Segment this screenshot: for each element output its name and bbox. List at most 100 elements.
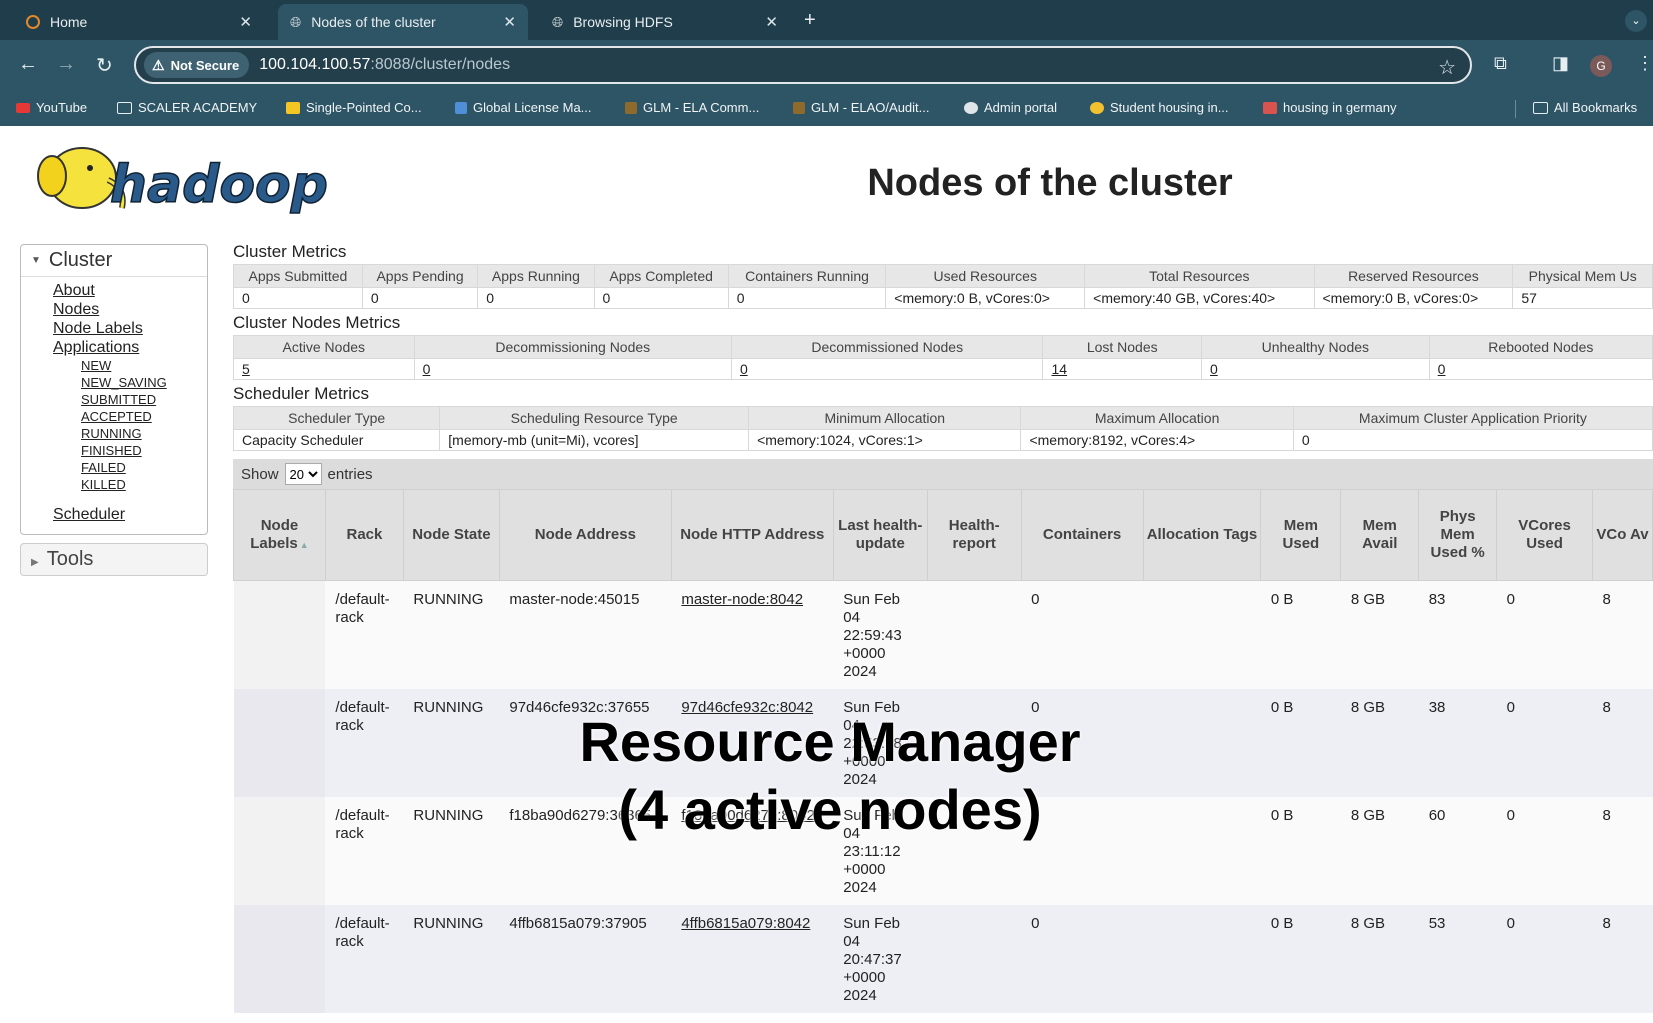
nodes-table: Node Labels ▲ Rack Node State Node Addres… (233, 489, 1653, 1013)
reload-icon[interactable]: ↻ (96, 53, 113, 78)
node-state-cell: RUNNING (403, 689, 500, 797)
chevron-down-icon[interactable]: ⌄ (1625, 10, 1647, 32)
link-scheduler[interactable]: Scheduler (53, 505, 207, 524)
cell: <memory:0 B, vCores:0> (1313, 287, 1514, 309)
entries-per-page-select[interactable]: 20 (284, 463, 322, 485)
bookmark-global-license[interactable]: Global License Ma... (455, 100, 592, 115)
link-app-failed[interactable]: FAILED (81, 459, 207, 476)
bookmark-all[interactable]: All Bookmarks (1533, 100, 1637, 115)
close-icon[interactable]: ✕ (239, 13, 252, 31)
lost-nodes-link[interactable]: 14 (1042, 358, 1202, 380)
column-header-vcores-used[interactable]: VCores Used (1496, 489, 1593, 581)
link-node-labels[interactable]: Node Labels (53, 319, 207, 338)
back-icon[interactable]: ← (18, 53, 38, 76)
mem-avail-cell: 8 GB (1340, 689, 1419, 797)
tab-hdfs[interactable]: 🌐︎ Browsing HDFS ✕ (540, 4, 790, 40)
bookmark-housing-germany[interactable]: housing in germany (1263, 100, 1396, 115)
link-about[interactable]: About (53, 281, 207, 300)
tab-home[interactable]: Home ✕ (14, 4, 264, 40)
column-header-phys-mem-used[interactable]: Phys Mem Used % (1418, 489, 1498, 581)
bookmark-scaler[interactable]: SCALER ACADEMY (117, 100, 257, 115)
link-app-running[interactable]: RUNNING (81, 425, 207, 442)
link-app-killed[interactable]: KILLED (81, 476, 207, 493)
close-icon[interactable]: ✕ (765, 13, 778, 31)
bookmark-star-icon[interactable]: ☆ (1438, 55, 1456, 80)
column-header: Maximum Allocation (1020, 406, 1294, 430)
kebab-menu-icon[interactable]: ⋮ (1636, 53, 1653, 74)
node-labels-cell (233, 797, 326, 905)
bookmarks-bar: YouTube SCALER ACADEMY Single-Pointed Co… (0, 92, 1653, 126)
active-nodes-link[interactable]: 5 (233, 358, 415, 380)
link-nodes[interactable]: Nodes (53, 300, 207, 319)
bookmark-admin-portal[interactable]: Admin portal (964, 100, 1057, 115)
link-applications[interactable]: Applications (53, 338, 207, 357)
navigation-bar: ← → ↻ ⚠ Not Secure 100.104.100.57:8088/c… (0, 40, 1653, 92)
mem-used-cell: 0 B (1260, 797, 1341, 905)
column-header-node-http-address[interactable]: Node HTTP Address (670, 489, 834, 581)
node-http-link[interactable]: 4ffb6815a079:8042 (681, 915, 810, 932)
bookmark-youtube[interactable]: YouTube (16, 100, 87, 115)
node-http-link[interactable]: master-node:8042 (681, 591, 803, 608)
bookmark-single-pointed[interactable]: Single-Pointed Co... (286, 100, 422, 115)
column-header-containers[interactable]: Containers (1020, 489, 1144, 581)
node-address-cell: f18ba90d6279:36365 (499, 797, 672, 905)
column-header: Maximum Cluster Application Priority (1292, 406, 1653, 430)
rebooted-nodes-link[interactable]: 0 (1428, 358, 1653, 380)
vcores-used-cell: 0 (1496, 905, 1593, 1013)
unhealthy-nodes-link[interactable]: 0 (1200, 358, 1430, 380)
column-header: Unhealthy Nodes (1200, 335, 1430, 359)
tools-header[interactable]: ▶ Tools (20, 543, 208, 576)
bookmark-label: Global License Ma... (473, 100, 592, 115)
bookmark-label: Student housing in... (1110, 100, 1229, 115)
column-header: Scheduling Resource Type (439, 406, 750, 430)
column-header-mem-avail[interactable]: Mem Avail (1340, 489, 1420, 581)
table-row: /default-rack RUNNING master-node:45015 … (233, 580, 1653, 689)
nodes-metrics-title: Cluster Nodes Metrics (233, 313, 401, 332)
cluster-links: About Nodes Node Labels Applications NEW… (21, 277, 207, 534)
new-tab-button[interactable]: + (804, 9, 816, 32)
security-chip[interactable]: ⚠ Not Secure (144, 52, 250, 78)
link-app-finished[interactable]: FINISHED (81, 442, 207, 459)
table-header-row: Node Labels ▲ Rack Node State Node Addres… (233, 489, 1653, 581)
decommissioned-nodes-link[interactable]: 0 (730, 358, 1044, 380)
warning-icon: ⚠ (152, 56, 165, 73)
allocation-tags-cell (1143, 905, 1261, 1013)
avatar[interactable]: G (1590, 55, 1612, 77)
link-app-new[interactable]: NEW (81, 357, 207, 374)
link-app-new-saving[interactable]: NEW_SAVING (81, 374, 207, 391)
column-header-vcores-avail[interactable]: VCo Av (1591, 489, 1653, 581)
phys-mem-cell: 53 (1418, 905, 1497, 1013)
decommissioning-nodes-link[interactable]: 0 (413, 358, 732, 380)
column-header-allocation-tags[interactable]: Allocation Tags (1142, 489, 1262, 581)
link-app-accepted[interactable]: ACCEPTED (81, 408, 207, 425)
node-http-link[interactable]: f18ba90d6279:8042 (681, 807, 814, 824)
scheduler-metrics-title: Scheduler Metrics (233, 384, 370, 403)
column-header-mem-used[interactable]: Mem Used (1260, 489, 1342, 581)
tab-nodes[interactable]: 🌐︎ Nodes of the cluster ✕ (278, 4, 528, 40)
address-bar[interactable]: ⚠ Not Secure 100.104.100.57:8088/cluster… (134, 46, 1472, 84)
column-header-node-address[interactable]: Node Address (498, 489, 672, 581)
column-header-rack[interactable]: Rack (324, 489, 404, 581)
column-header-health-report[interactable]: Health-report (926, 489, 1022, 581)
url-text[interactable]: 100.104.100.57:8088/cluster/nodes (259, 56, 510, 74)
cluster-header[interactable]: ▼ Cluster (21, 245, 207, 277)
page-title: Nodes of the cluster (867, 162, 1233, 204)
column-header-last-health-update[interactable]: Last health-update (832, 489, 928, 581)
table-header-row: Apps Submitted Apps Pending Apps Running… (233, 264, 1653, 288)
globe-icon: 🌐︎ (552, 13, 564, 30)
bookmark-label: GLM - ELA Comm... (643, 100, 760, 115)
close-icon[interactable]: ✕ (503, 13, 516, 31)
column-header-node-state[interactable]: Node State (402, 489, 500, 581)
side-panel-icon[interactable]: ◨ (1552, 53, 1569, 74)
column-header-node-labels[interactable]: Node Labels ▲ (233, 489, 326, 581)
bookmark-student-housing[interactable]: Student housing in... (1090, 100, 1229, 115)
bookmark-glm-ela[interactable]: GLM - ELA Comm... (625, 100, 759, 115)
cluster-metrics-title: Cluster Metrics (233, 242, 347, 261)
cell: 0 (477, 287, 595, 309)
forward-icon[interactable]: → (56, 53, 76, 76)
link-app-submitted[interactable]: SUBMITTED (81, 391, 207, 408)
extensions-icon[interactable]: ⧉ (1494, 53, 1507, 74)
node-http-link[interactable]: 97d46cfe932c:8042 (681, 699, 813, 716)
allocation-tags-cell (1143, 580, 1261, 689)
bookmark-glm-elao[interactable]: GLM - ELAO/Audit... (793, 100, 930, 115)
